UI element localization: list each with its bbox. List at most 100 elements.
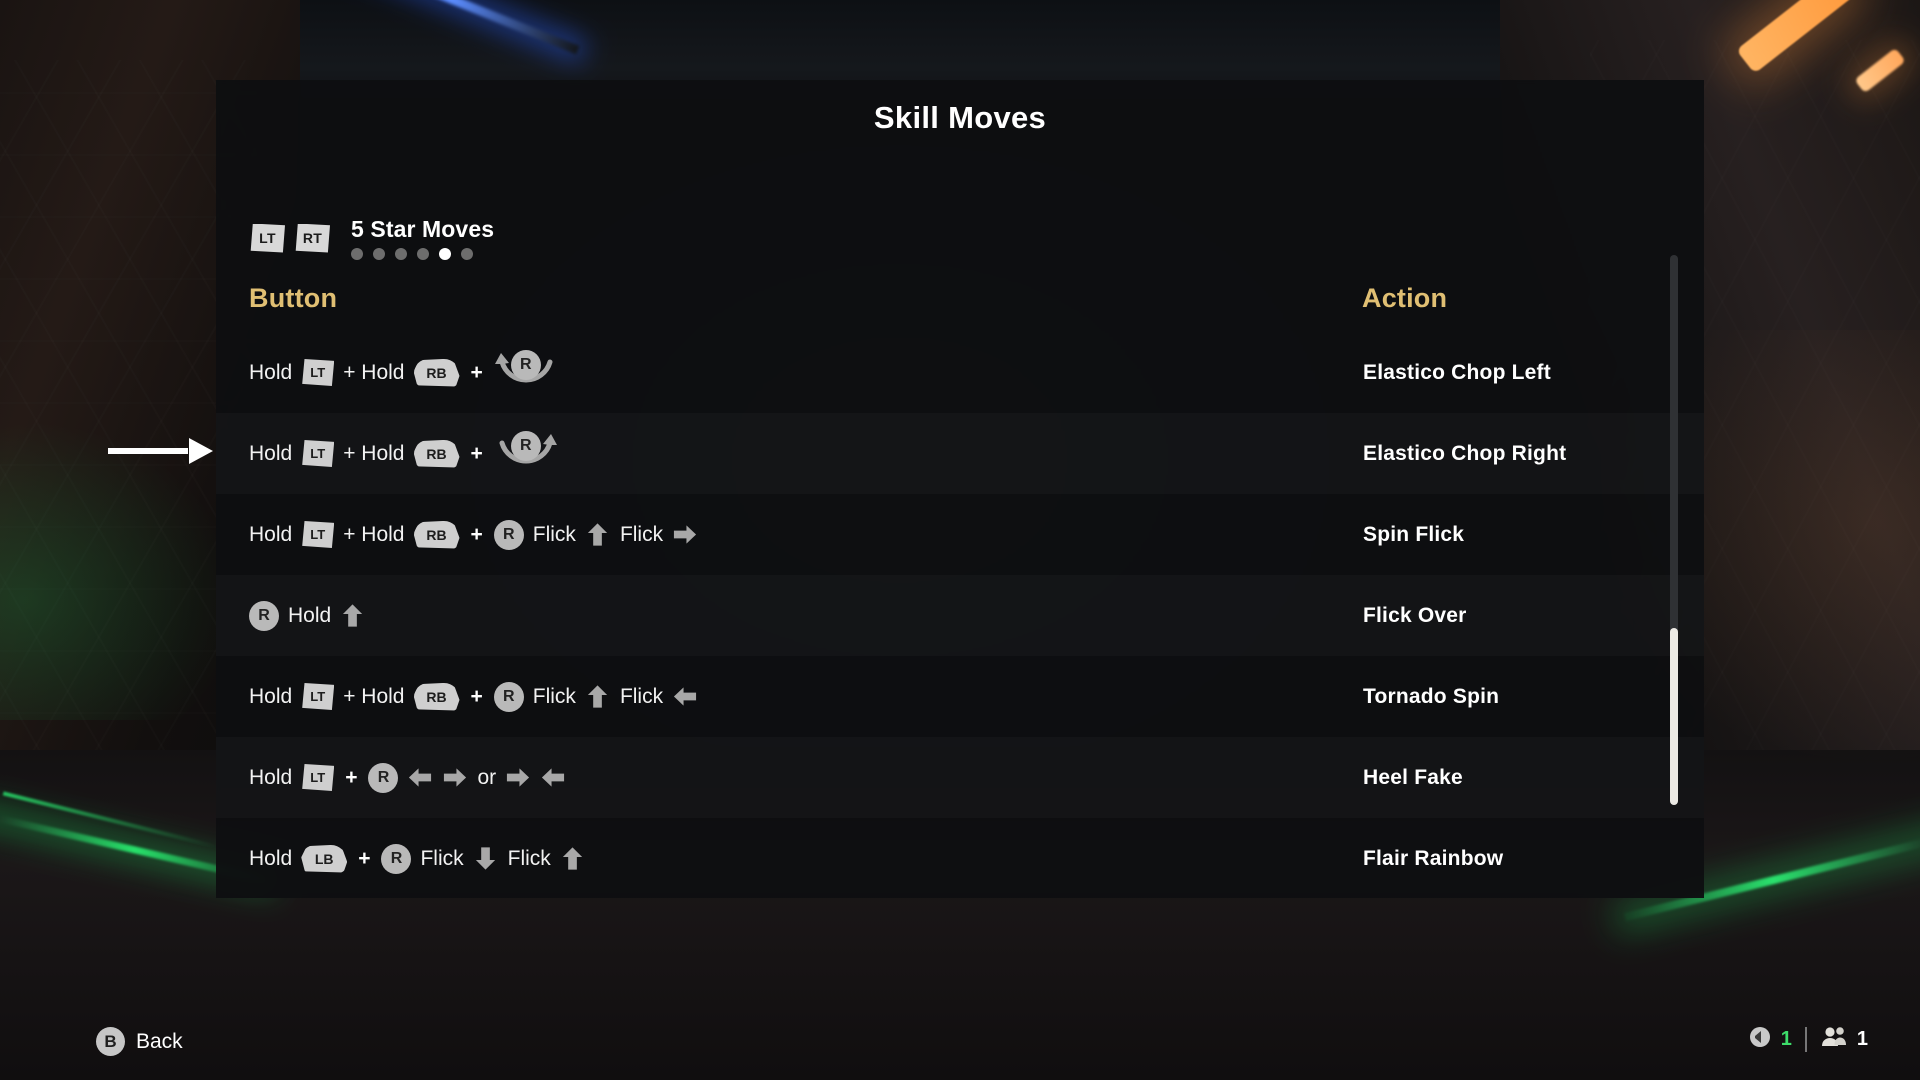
annotation-arrow-head <box>189 438 213 464</box>
row-button-combo: Hold LT + Hold RB + R Flick Flick <box>249 656 698 737</box>
row-button-combo: Hold LT + Hold RB + R <box>249 332 558 413</box>
pagination-dot-5[interactable] <box>439 248 451 260</box>
back-button[interactable]: B Back <box>96 1027 183 1056</box>
right-stick-rotate-clockwise-icon: R <box>494 429 558 479</box>
combo-text: Hold <box>249 765 293 789</box>
row-action-label: Flick Over <box>1363 603 1467 627</box>
combo-plus: + <box>470 522 483 546</box>
hud-divider <box>1804 1027 1807 1052</box>
arrow-right-icon <box>444 768 467 787</box>
annotation-arrow <box>108 436 213 466</box>
skill-moves-table: Hold LT + Hold RB + R Elastico Chop Left Hold LT… <box>216 332 1704 899</box>
right-stick-icon: R <box>368 762 399 793</box>
combo-text: Flick <box>507 846 551 870</box>
right-stick-icon: R <box>510 349 541 380</box>
scrollbar-track[interactable] <box>1670 255 1678 805</box>
right-stick-icon: R <box>510 430 541 461</box>
combo-text: or <box>477 765 497 789</box>
table-row[interactable]: Hold LT + Hold RB + R Flick Flick Spin Flick <box>216 494 1704 575</box>
back-label: Back <box>136 1029 183 1053</box>
row-action-label: Flair Rainbow <box>1363 846 1504 870</box>
row-button-combo: Hold LT + Ror <box>249 737 566 818</box>
scrollbar-thumb[interactable] <box>1670 628 1678 805</box>
combo-text: Hold <box>249 522 293 546</box>
column-header-action: Action <box>1362 283 1448 313</box>
lt-trigger-icon: LT <box>302 683 335 710</box>
arrow-up-icon <box>343 604 363 627</box>
rb-bumper-icon: RB <box>413 682 460 711</box>
players-icon <box>1820 1025 1848 1054</box>
pagination-dot-3[interactable] <box>395 248 407 260</box>
rb-bumper-icon: RB <box>413 439 460 468</box>
combo-text: Flick <box>532 684 576 708</box>
row-action-label: Elastico Chop Left <box>1363 360 1551 384</box>
row-action-label: Tornado Spin <box>1363 684 1500 708</box>
combo-text: Flick <box>420 846 464 870</box>
lt-trigger-icon: LT <box>302 440 335 467</box>
combo-text: Flick <box>532 522 576 546</box>
combo-text: Flick <box>619 522 664 546</box>
table-row[interactable]: Hold LT + Ror Heel Fake <box>216 737 1704 818</box>
combo-text: Hold <box>288 603 332 627</box>
table-row[interactable]: Hold LB + R Flick Flick Flair Rainbow <box>216 818 1704 899</box>
combo-plus: + <box>470 684 483 708</box>
pagination-dot-6[interactable] <box>461 248 473 260</box>
lt-trigger-icon: LT <box>302 359 335 386</box>
arrow-left-icon <box>542 768 565 787</box>
combo-plus: + <box>470 360 483 384</box>
audio-icon <box>1748 1025 1772 1054</box>
hud-status: 1 1 <box>1748 1025 1868 1054</box>
lt-trigger-icon[interactable]: LT <box>250 223 285 253</box>
skill-moves-panel: Skill Moves LT RT 5 Star Moves Button Ac… <box>216 80 1704 898</box>
b-button-icon[interactable]: B <box>96 1027 125 1056</box>
arrow-up-icon <box>562 847 582 870</box>
page-title: Skill Moves <box>873 100 1047 135</box>
arrow-left-icon <box>409 768 432 787</box>
pagination-dot-2[interactable] <box>373 248 385 260</box>
right-stick-icon: R <box>493 519 524 550</box>
table-row[interactable]: R Hold Flick Over <box>216 575 1704 656</box>
combo-text: + Hold <box>343 441 405 465</box>
players-count: 1 <box>1856 1028 1868 1050</box>
row-button-combo: R Hold <box>249 575 366 656</box>
lt-trigger-icon: LT <box>302 521 335 548</box>
row-button-combo: Hold LT + Hold RB + R <box>249 413 558 494</box>
pagination-dot-4[interactable] <box>417 248 429 260</box>
pagination-dots[interactable] <box>351 248 494 260</box>
table-row[interactable]: Hold LT + Hold RB + R Flick Flick Tornado Spin <box>216 656 1704 737</box>
pagination-dot-1[interactable] <box>351 248 363 260</box>
combo-text: Flick <box>619 684 664 708</box>
combo-text: + Hold <box>343 684 405 708</box>
row-action-label: Heel Fake <box>1363 765 1463 789</box>
combo-text: Hold <box>249 846 293 870</box>
row-button-combo: Hold LT + Hold RB + R Flick Flick <box>249 494 698 575</box>
table-row[interactable]: Hold LT + Hold RB + R Elastico Chop Right <box>216 413 1704 494</box>
category-selector[interactable]: LT RT 5 Star Moves <box>250 216 494 260</box>
row-action-label: Spin Flick <box>1363 522 1465 546</box>
rb-bumper-icon: RB <box>413 358 460 387</box>
category-name: 5 Star Moves <box>351 216 495 242</box>
annotation-arrow-shaft <box>108 448 188 454</box>
combo-plus: + <box>358 846 371 870</box>
row-action-label: Elastico Chop Right <box>1363 441 1567 465</box>
rb-bumper-icon: RB <box>413 520 460 549</box>
combo-text: Hold <box>249 441 293 465</box>
right-stick-icon: R <box>249 600 279 631</box>
rt-trigger-icon[interactable]: RT <box>295 223 330 253</box>
arrow-right-icon <box>507 768 530 787</box>
column-header-button: Button <box>249 283 338 313</box>
combo-text: + Hold <box>343 360 405 384</box>
combo-plus: + <box>345 765 358 789</box>
category-info: 5 Star Moves <box>351 216 494 260</box>
arrow-up-icon <box>587 523 608 546</box>
arrow-up-icon <box>587 685 608 708</box>
lt-trigger-icon: LT <box>302 764 335 791</box>
audio-count: 1 <box>1780 1028 1792 1050</box>
table-row[interactable]: Hold LT + Hold RB + R Elastico Chop Left <box>216 332 1704 413</box>
row-button-combo: Hold LB + R Flick Flick <box>249 818 586 899</box>
right-stick-rotate-counter-clockwise-icon: R <box>494 348 558 398</box>
combo-plus: + <box>470 441 483 465</box>
combo-text: Hold <box>249 360 293 384</box>
arrow-left-icon <box>674 687 697 706</box>
arrow-down-icon <box>475 847 495 870</box>
